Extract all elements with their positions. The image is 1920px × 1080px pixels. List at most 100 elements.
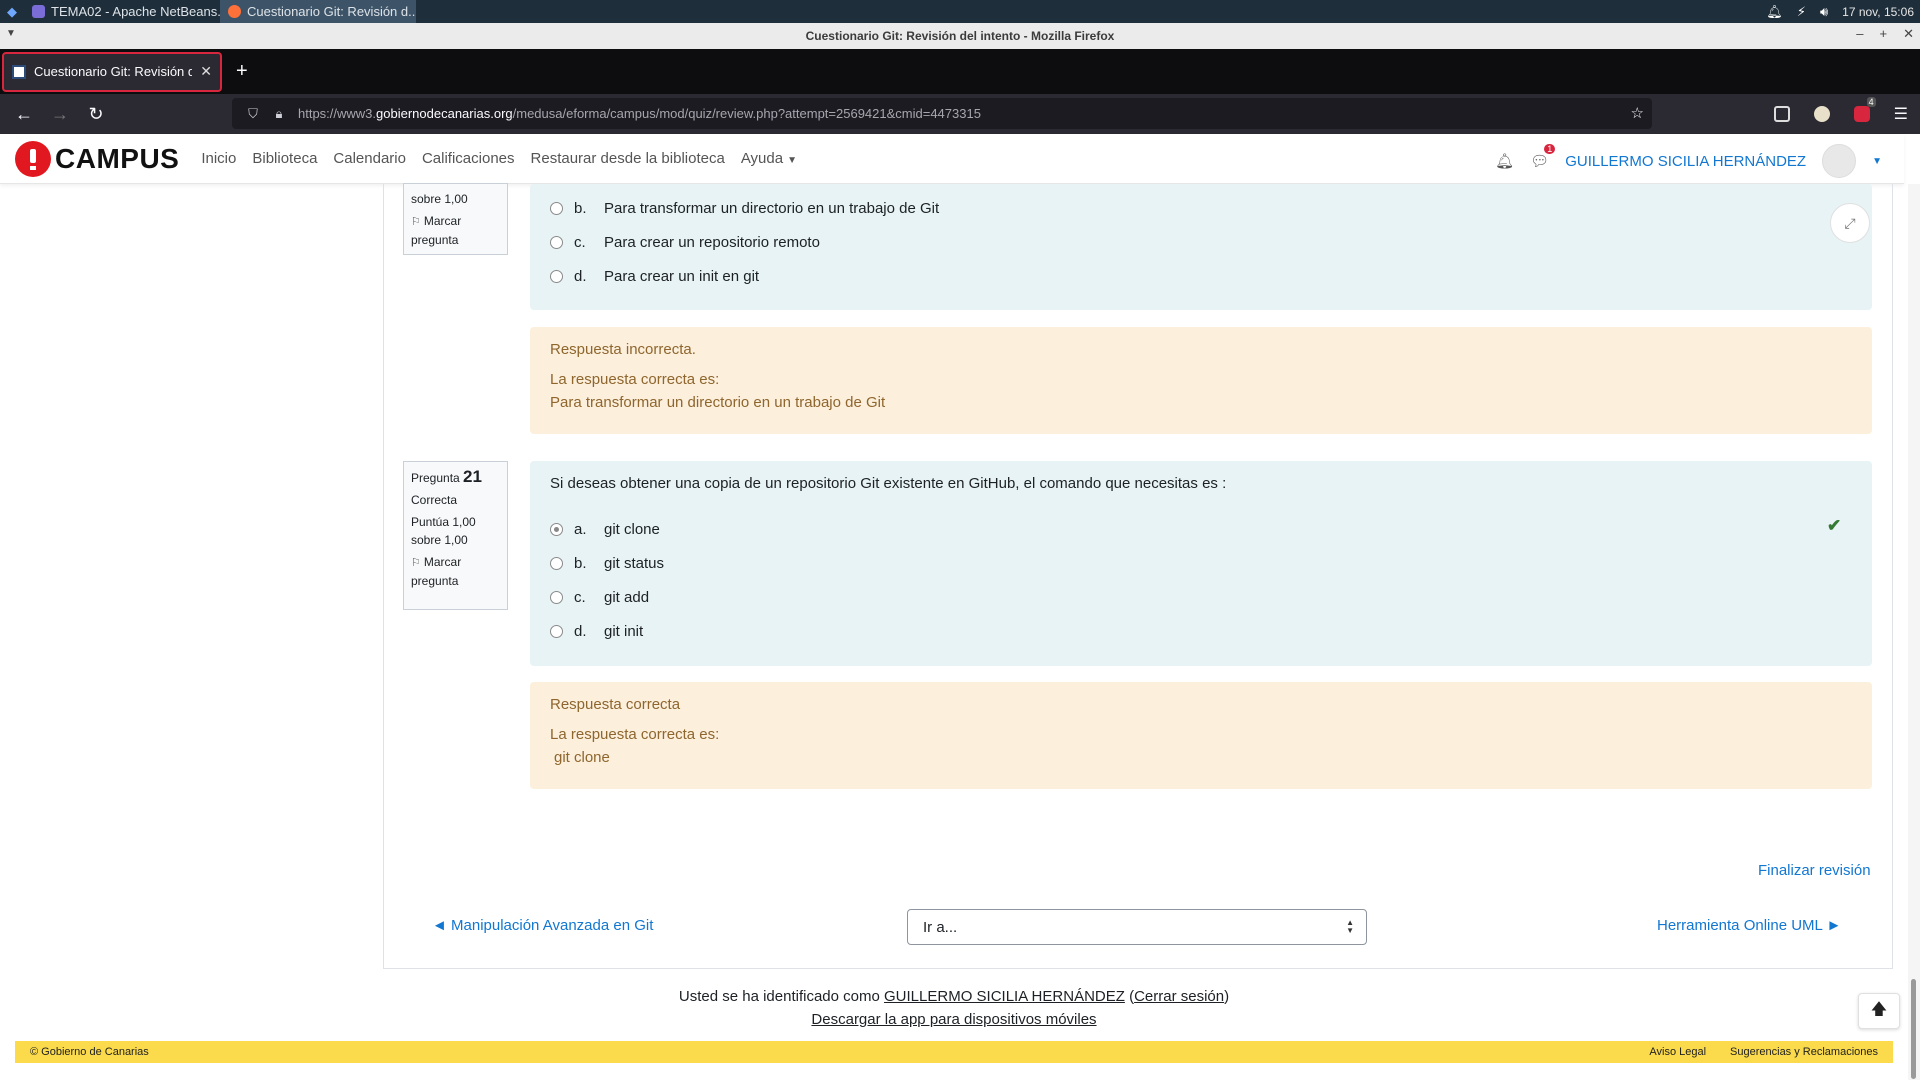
nav-ayuda[interactable]: Ayuda ▼ (741, 150, 797, 167)
user-name[interactable]: GUILLERMO SICILIA HERNÁNDEZ (1565, 153, 1806, 170)
browser-tab-label: Cuestionario Git: Revisión del intento (34, 64, 193, 79)
answer-option-c[interactable]: c. Para crear un repositorio remoto (550, 234, 820, 251)
nav-biblioteca[interactable]: Biblioteca (252, 150, 317, 167)
app-download: Descargar la app para dispositivos móvil… (0, 1011, 1908, 1028)
star-icon[interactable]: ☆ (1631, 104, 1644, 122)
chevron-down-icon: ▼ (787, 155, 797, 166)
finish-review-link[interactable]: Finalizar revisión (1758, 862, 1871, 879)
logo-text: CAMPUS (55, 142, 180, 174)
option-letter: d. (574, 623, 587, 640)
taskbar-task-netbeans[interactable]: TEMA02 - Apache NetBeans... (24, 0, 220, 23)
clock[interactable]: 17 nov, 15:06 (1842, 5, 1914, 19)
answer-option-d[interactable]: d. Para crear un init en git (550, 268, 759, 285)
question-label: Pregunta (411, 471, 460, 485)
notifications-icon[interactable]: 🔔︎ (1495, 152, 1514, 170)
site-favicon-icon (12, 64, 26, 79)
radio-button[interactable] (550, 202, 563, 215)
ublock-icon[interactable]: 4 (1853, 97, 1876, 122)
extension-icon[interactable] (1813, 106, 1830, 122)
logout-link[interactable]: Cerrar sesión (1134, 988, 1224, 1005)
prev-activity-link[interactable]: ◄ Manipulación Avanzada en Git (432, 917, 653, 934)
option-letter: c. (574, 589, 586, 606)
expand-icon[interactable]: ⤢ (1830, 203, 1870, 243)
page-scrollbar[interactable] (1908, 184, 1920, 1080)
arrow-up-icon[interactable]: 🡅 (1858, 993, 1900, 1029)
question-score: Puntúa 1,00 (411, 515, 476, 529)
new-tab-icon[interactable]: + (236, 60, 248, 83)
lock-icon[interactable]: 🔒︎ (266, 106, 292, 122)
netbeans-icon (32, 5, 45, 18)
app-download-link[interactable]: Descargar la app para dispositivos móvil… (811, 1011, 1096, 1028)
pocket-icon[interactable] (1773, 106, 1790, 122)
url-prefix: https://www3. (298, 106, 377, 121)
url-bar[interactable]: ⛉ 🔒︎ https://www3.gobiernodecanarias.org… (232, 98, 1652, 129)
radio-button[interactable] (550, 557, 563, 570)
answer-option-c[interactable]: c. git add (550, 589, 649, 606)
jump-to-select[interactable]: Ir a... ▲ ▼ (907, 909, 1367, 945)
check-icon: ✔ (1827, 516, 1842, 535)
radio-button[interactable] (550, 236, 563, 249)
browser-tab-active[interactable]: Cuestionario Git: Revisión del intento ✕ (2, 51, 222, 92)
flag-question-link[interactable]: ⚐ Marcar (411, 212, 500, 231)
messages-icon[interactable]: 💬︎ 1 (1530, 144, 1556, 170)
maximize-icon[interactable]: + (1880, 26, 1888, 42)
campus-logo[interactable]: CAMPUS (15, 140, 180, 177)
os-taskbar: ◆ TEMA02 - Apache NetBeans... Cuestionar… (0, 0, 1920, 23)
volume-icon[interactable]: 🔊︎ (1820, 4, 1828, 20)
reload-icon[interactable]: ↻ (78, 104, 114, 125)
url-text[interactable]: https://www3.gobiernodecanarias.org/medu… (298, 106, 981, 121)
user-menu-chevron-icon[interactable]: ▼ (1872, 156, 1882, 167)
close-tab-icon[interactable]: ✕ (200, 63, 212, 80)
feedback-answer: Para transformar un directorio en un tra… (550, 394, 886, 411)
feedback-status: Respuesta incorrecta. (550, 341, 696, 358)
radio-button-selected[interactable] (550, 523, 563, 536)
logo-mark-icon (15, 140, 51, 177)
profile-link[interactable]: GUILLERMO SICILIA HERNÁNDEZ (884, 988, 1125, 1005)
bell-icon[interactable]: 🔔︎ (1766, 4, 1783, 20)
shield-icon[interactable]: ⛉ (240, 106, 266, 122)
taskbar-task-label: TEMA02 - Apache NetBeans... (51, 4, 220, 19)
feedback-label: La respuesta correcta es: (550, 371, 720, 388)
answer-option-b[interactable]: b. git status (550, 555, 664, 572)
radio-button[interactable] (550, 270, 563, 283)
avatar[interactable] (1822, 144, 1857, 178)
nav-calificaciones[interactable]: Calificaciones (422, 150, 515, 167)
flag-question-link[interactable]: ⚐ Marcar (411, 553, 500, 572)
next-activity-link[interactable]: Herramienta Online UML ► (1657, 917, 1841, 934)
radio-button[interactable] (550, 625, 563, 638)
nav-calendario[interactable]: Calendario (333, 150, 406, 167)
question-score: sobre 1,00 (411, 192, 468, 206)
start-menu-icon[interactable]: ◆ (0, 0, 24, 23)
footer-bar: © Gobierno de Canarias Aviso Legal Suger… (15, 1041, 1893, 1063)
answer-option-b[interactable]: b. Para transformar un directorio en un … (550, 200, 939, 217)
minimize-icon[interactable]: – (1856, 26, 1863, 42)
scrollbar-thumb[interactable] (1911, 979, 1916, 1079)
lightning-icon[interactable]: ⚡︎ (1797, 4, 1806, 20)
nav-inicio[interactable]: Inicio (201, 150, 236, 167)
suggestions-link[interactable]: Sugerencias y Reclamaciones (1730, 1046, 1878, 1058)
flag-label-2[interactable]: pregunta (411, 572, 500, 590)
option-letter: b. (574, 555, 587, 572)
question-number: Pregunta 21 (411, 468, 500, 487)
legal-link[interactable]: Aviso Legal (1649, 1046, 1706, 1058)
copyright: © Gobierno de Canarias (30, 1046, 149, 1058)
jump-to-value: Ir a... (923, 918, 958, 936)
feedback-label: La respuesta correcta es: (550, 726, 720, 743)
taskbar-task-firefox[interactable]: Cuestionario Git: Revisión d... (220, 0, 416, 23)
window-titlebar: ▼ Cuestionario Git: Revisión del intento… (0, 23, 1920, 49)
flag-label-2[interactable]: pregunta (411, 231, 500, 249)
url-path: /medusa/eforma/campus/mod/quiz/review.ph… (512, 106, 981, 121)
answer-option-a[interactable]: a. git clone (550, 521, 660, 538)
forward-icon[interactable]: → (42, 104, 78, 125)
question-20-info: sobre 1,00 ⚐ Marcar pregunta (403, 183, 508, 255)
close-icon[interactable]: ✕ (1903, 26, 1914, 42)
window-menu-icon[interactable]: ▼ (6, 28, 16, 39)
radio-button[interactable] (550, 591, 563, 604)
option-text: git init (604, 623, 644, 640)
select-arrows-icon: ▲ ▼ (1346, 918, 1354, 935)
nav-restaurar[interactable]: Restaurar desde la biblioteca (531, 150, 725, 167)
browser-tabs-bar: Cuestionario Git: Revisión del intento ✕… (0, 49, 1920, 94)
answer-option-d[interactable]: d. git init (550, 623, 643, 640)
back-icon[interactable]: ← (6, 104, 42, 125)
menu-icon[interactable]: ☰ (1894, 104, 1908, 124)
